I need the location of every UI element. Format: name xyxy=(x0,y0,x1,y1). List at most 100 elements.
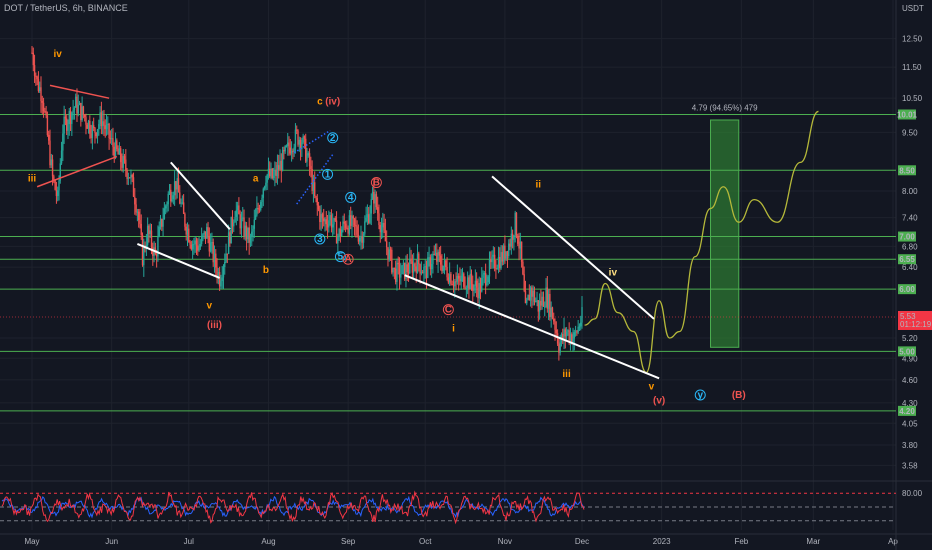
y-tick-label: 3.58 xyxy=(902,461,918,470)
candle-body xyxy=(529,287,532,301)
candle-body xyxy=(279,160,281,170)
price-chart[interactable]: May Jun Jul Aug Sep Oct Nov Dec 2023 Feb Mar Ap 12.5… xyxy=(0,0,932,550)
candle-body xyxy=(393,267,396,269)
candle-body xyxy=(563,329,565,340)
candle-body xyxy=(351,216,353,226)
candle-body xyxy=(504,245,506,259)
candle-body xyxy=(209,242,212,252)
chart-background xyxy=(0,0,932,550)
candle-body xyxy=(137,211,140,221)
candle-body xyxy=(342,221,344,230)
candle-body xyxy=(522,261,524,275)
candle-body xyxy=(118,148,121,155)
candle-body xyxy=(581,307,583,323)
x-tick-label: 2023 xyxy=(653,537,671,546)
candle-body xyxy=(256,207,258,216)
candle-body xyxy=(44,111,46,113)
candle-body xyxy=(421,272,424,274)
candle-body xyxy=(148,225,150,234)
candle-body xyxy=(234,216,236,223)
wave-label: 3 xyxy=(317,234,323,245)
candle-body xyxy=(110,138,113,140)
candle-body xyxy=(506,251,509,257)
candle-body xyxy=(281,149,284,171)
candle-body xyxy=(267,168,270,175)
candle-body xyxy=(410,258,412,262)
candle-body xyxy=(555,329,558,334)
candle-body xyxy=(170,189,172,202)
candle-body xyxy=(437,251,439,262)
candle-body xyxy=(260,202,262,210)
candle-body xyxy=(69,111,72,124)
y-tick-label: 9.50 xyxy=(902,128,918,137)
x-tick-label: May xyxy=(24,537,39,546)
candle-body xyxy=(438,251,441,256)
candle-body xyxy=(365,217,367,222)
candle-body xyxy=(274,169,276,176)
candle-body xyxy=(366,214,369,218)
candle-body xyxy=(159,219,162,227)
candle-body xyxy=(314,182,316,197)
wave-label: b xyxy=(263,265,269,276)
candle-body xyxy=(433,253,435,255)
wave-label: c xyxy=(317,96,323,107)
candle-body xyxy=(108,123,110,139)
candle-body xyxy=(319,209,321,222)
candle-body xyxy=(220,280,222,287)
candle-body xyxy=(126,169,128,179)
candle-body xyxy=(466,277,469,288)
candle-body xyxy=(252,228,254,232)
candle-body xyxy=(353,218,356,225)
candle-body xyxy=(531,287,533,297)
candle-body xyxy=(290,150,293,154)
candle-body xyxy=(230,216,232,244)
candle-body xyxy=(513,235,515,240)
x-tick-label: Sep xyxy=(341,537,356,546)
candle-body xyxy=(451,284,453,286)
candle-body xyxy=(202,234,204,236)
candle-body xyxy=(394,268,397,282)
candle-body xyxy=(251,231,253,237)
candle-body xyxy=(89,120,91,134)
candle-body xyxy=(443,260,446,266)
candle-body xyxy=(335,220,338,244)
candle-body xyxy=(321,214,324,219)
candle-body xyxy=(442,265,444,272)
candle-body xyxy=(338,228,340,238)
candle-body xyxy=(374,194,376,204)
candle-body xyxy=(332,224,334,228)
candle-body xyxy=(179,192,181,204)
candle-body xyxy=(508,243,510,257)
candle-body xyxy=(554,321,556,330)
candle-body xyxy=(429,257,432,270)
level-badge-label: 4.20 xyxy=(899,407,915,416)
candle-body xyxy=(293,147,295,152)
candle-body xyxy=(243,217,245,237)
candle-body xyxy=(306,155,308,162)
candle-body xyxy=(294,129,297,148)
level-badge-label: 7.00 xyxy=(899,233,915,242)
candle-body xyxy=(289,147,291,154)
candle-body xyxy=(253,219,256,229)
candle-body xyxy=(101,121,104,127)
candle-body xyxy=(121,162,123,168)
candle-body xyxy=(168,189,171,194)
candle-body xyxy=(392,267,394,273)
candle-body xyxy=(80,103,82,121)
candle-body xyxy=(418,253,420,265)
candle-body xyxy=(373,191,375,204)
candle-body xyxy=(225,253,227,262)
candle-body xyxy=(131,174,133,178)
candle-body xyxy=(565,331,568,337)
candle-body xyxy=(105,124,108,130)
candle-body xyxy=(221,277,223,281)
wave-label: iv xyxy=(54,49,63,60)
candle-body xyxy=(269,168,271,177)
candle-body xyxy=(139,220,141,224)
candle-body xyxy=(542,296,545,307)
y-tick-label: 6.80 xyxy=(902,242,918,251)
candle-body xyxy=(472,283,474,291)
candle-body xyxy=(540,300,542,306)
candle-body xyxy=(457,275,460,279)
candle-body xyxy=(473,285,475,291)
